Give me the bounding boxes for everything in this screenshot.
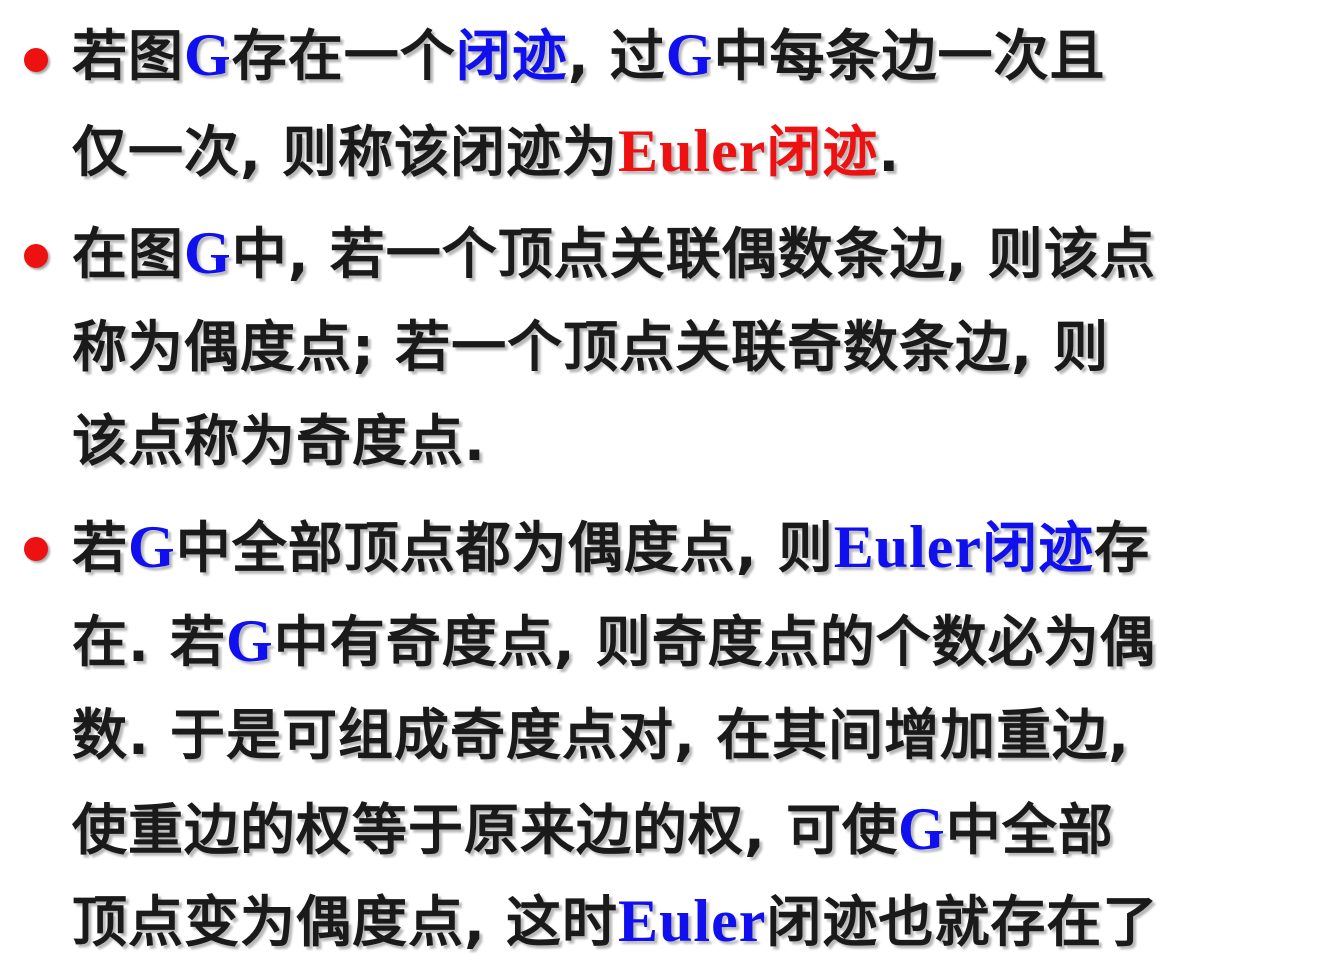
bullet-icon <box>24 48 48 72</box>
text-segment: 若 <box>72 516 129 580</box>
bullet-icon <box>24 244 48 268</box>
text-segment: 在. 若 <box>72 610 227 674</box>
text-segment: 中全部 <box>945 798 1114 862</box>
text-line: 数. 于是可组成奇度点对, 在其间增加重边, <box>72 700 1130 770</box>
text-line: 使重边的权等于原来边的权, 可使G中全部 <box>72 794 1114 864</box>
text-line: 顶点变为偶度点, 这时Euler闭迹也就存在了 <box>72 886 1158 956</box>
text-segment: 中有奇度点, 则奇度点的个数必为偶 <box>273 610 1156 674</box>
text-segment: 若图 <box>72 24 185 88</box>
highlight-term: G <box>898 796 946 862</box>
text-segment: 闭迹也就存在了 <box>766 890 1159 954</box>
slide: 若图G存在一个闭迹, 过G中每条边一次且 仅一次, 则称该闭迹为Euler闭迹.… <box>0 0 1330 970</box>
bullet-icon <box>24 537 48 561</box>
text-segment: 中, 若一个顶点关联偶数条边, 则该点 <box>231 222 1156 286</box>
text-segment: 仅一次, 则称该闭迹为 <box>72 120 619 184</box>
text-line: 该点称为奇度点. <box>72 406 486 476</box>
text-segment: 中每条边一次且 <box>713 24 1106 88</box>
text-segment: 数. 于是可组成奇度点对, 在其间增加重边, <box>72 703 1130 767</box>
text-segment: 存 <box>1094 516 1151 580</box>
text-segment: 使重边的权等于原来边的权, 可使 <box>72 798 899 862</box>
highlight-term: G <box>184 22 232 88</box>
highlight-term: Euler <box>618 118 767 184</box>
text-line: 在. 若G中有奇度点, 则奇度点的个数必为偶 <box>72 606 1156 676</box>
text-segment: 存在一个 <box>231 24 456 88</box>
highlight-term: G <box>226 608 274 674</box>
highlight-term: Euler <box>618 888 767 954</box>
text-line: 若图G存在一个闭迹, 过G中每条边一次且 <box>72 20 1105 90</box>
highlight-term: G <box>184 220 232 286</box>
text-line: 在图G中, 若一个顶点关联偶数条边, 则该点 <box>72 218 1156 288</box>
text-line: 若G中全部顶点都为偶度点, 则Euler闭迹存 <box>72 512 1150 582</box>
text-segment: 中全部顶点都为偶度点, 则 <box>175 516 834 580</box>
highlight-term: 闭迹 <box>982 516 1095 580</box>
text-segment: . <box>878 120 901 184</box>
text-segment: 在图 <box>72 222 185 286</box>
text-line: 称为偶度点; 若一个顶点关联奇数条边, 则 <box>72 312 1109 382</box>
text-segment: 该点称为奇度点. <box>72 409 486 473</box>
highlight-term: 闭迹 <box>766 120 879 184</box>
highlight-term: G <box>665 22 714 88</box>
highlight-term: G <box>128 514 176 580</box>
highlight-term: 闭迹 <box>455 24 568 88</box>
text-segment: , 过 <box>567 24 666 88</box>
text-line: 仅一次, 则称该闭迹为Euler闭迹. <box>72 116 900 186</box>
text-segment: 称为偶度点; 若一个顶点关联奇数条边, 则 <box>72 315 1110 379</box>
highlight-term: Euler <box>833 514 983 580</box>
text-segment: 顶点变为偶度点, 这时 <box>72 890 619 954</box>
